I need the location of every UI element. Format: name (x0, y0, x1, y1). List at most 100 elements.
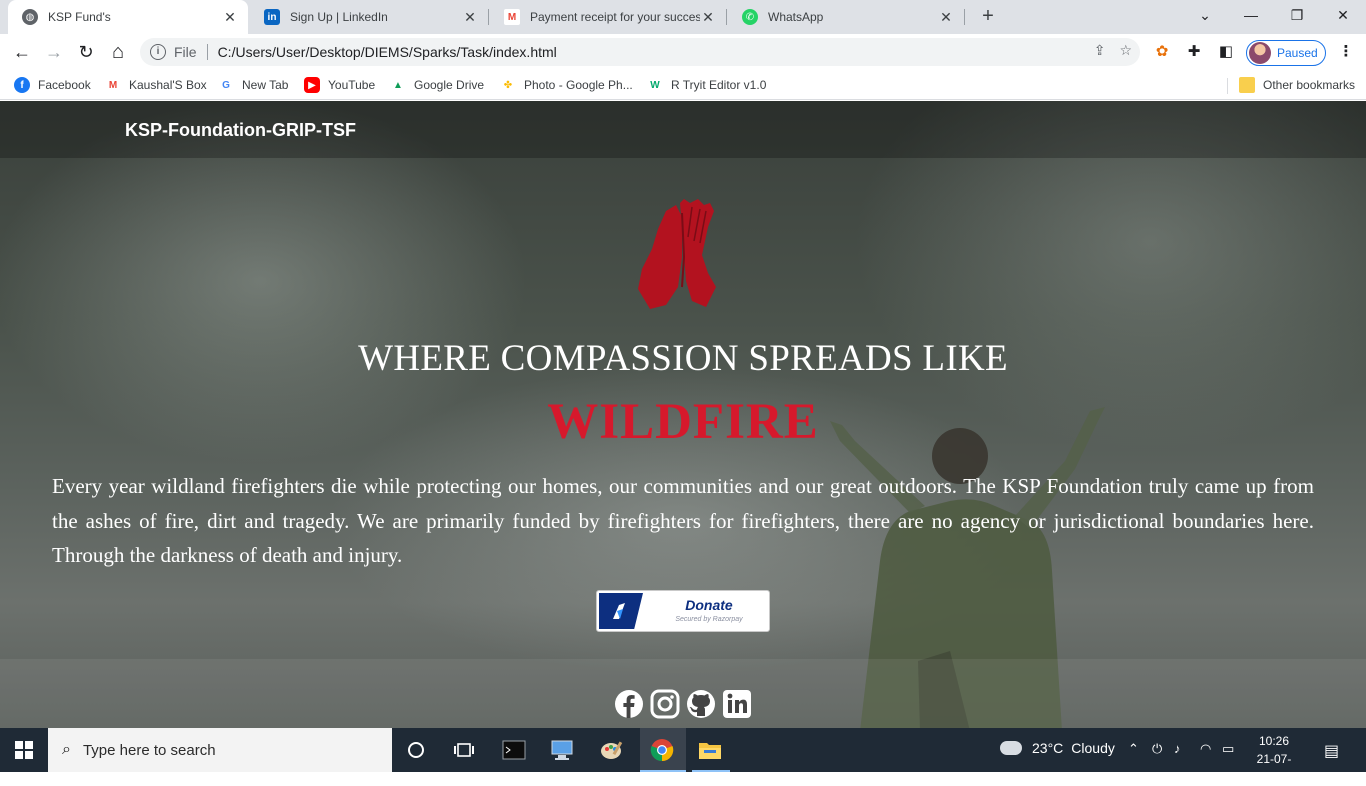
computer-icon[interactable] (548, 736, 576, 764)
close-icon[interactable]: ✕ (700, 9, 716, 26)
tab-whatsapp[interactable]: ✆ WhatsApp ✕ (728, 0, 964, 34)
bookmark-label: New Tab (242, 78, 289, 92)
tab-title: KSP Fund's (48, 10, 111, 24)
bookmark-google-photos[interactable]: ✤ Photo - Google Ph... (500, 76, 633, 94)
tab-separator (488, 9, 489, 25)
tab-search-button[interactable]: ⌄ (1182, 0, 1228, 30)
bookmarks-bar: f Facebook M Kaushal'S Box G New Tab ▶ Y… (0, 70, 1366, 100)
tab-title: Payment receipt for your success (530, 10, 700, 24)
tab-strip: ◍ KSP Fund's ✕ in Sign Up | LinkedIn ✕ M… (0, 0, 1366, 34)
volume-icon[interactable]: ♪ (1174, 741, 1181, 756)
google-icon: G (218, 77, 234, 93)
restore-button[interactable]: ❐ (1274, 0, 1320, 30)
clock-date: 21-07-2022 (1256, 752, 1292, 784)
task-view-icon[interactable] (450, 736, 478, 764)
tab-linkedin[interactable]: in Sign Up | LinkedIn ✕ (250, 0, 488, 34)
clock-time: 10:26 (1258, 734, 1290, 748)
terminal-icon[interactable] (500, 736, 528, 764)
donate-sublabel: Secured by Razorpay (675, 616, 743, 623)
social-links (614, 689, 752, 719)
globe-icon: ◍ (22, 9, 38, 25)
weather-widget[interactable]: 23°C Cloudy (1000, 740, 1115, 756)
home-button[interactable]: ⌂ (106, 40, 130, 64)
bookmark-label: YouTube (328, 78, 376, 92)
tab-separator (726, 9, 727, 25)
bookmark-youtube[interactable]: ▶ YouTube (304, 76, 375, 94)
windows-taskbar: ⌕ Type here to search 23°C Cloudy ⌃ ⏻ ♪ … (0, 728, 1366, 784)
bookmark-facebook[interactable]: f Facebook (14, 76, 91, 94)
puzzle-icon[interactable]: ✚ (1184, 42, 1204, 62)
wifi-icon[interactable]: ◠ (1200, 741, 1211, 757)
reload-button[interactable]: ↻ (74, 40, 98, 64)
other-bookmarks[interactable]: Other bookmarks (1239, 76, 1355, 94)
battery-icon[interactable]: ▭ (1222, 741, 1234, 757)
close-icon[interactable]: ✕ (462, 9, 478, 26)
bookmark-google-drive[interactable]: ▲ Google Drive (390, 76, 484, 94)
facebook-icon[interactable] (614, 689, 644, 719)
taskbar-search[interactable]: ⌕ Type here to search (48, 728, 392, 772)
razorpay-logo (599, 593, 643, 629)
bookmark-label: Photo - Google Ph... (524, 78, 633, 92)
linkedin-icon[interactable] (722, 689, 752, 719)
search-placeholder: Type here to search (82, 741, 216, 759)
divider (206, 44, 208, 60)
bookmark-kaushals-box[interactable]: M Kaushal'S Box (105, 76, 207, 94)
gmail-icon: M (105, 77, 121, 93)
profile-button[interactable]: Paused (1246, 40, 1326, 66)
tab-title: WhatsApp (768, 10, 824, 24)
info-icon[interactable]: i (150, 44, 166, 60)
paint-icon[interactable] (598, 736, 626, 764)
bookmark-label: Facebook (38, 78, 91, 92)
close-icon[interactable]: ✕ (938, 9, 954, 26)
address-bar[interactable]: i File C:/Users/User/Desktop/DIEMS/Spark… (140, 38, 1140, 66)
w3schools-icon: W (647, 77, 663, 93)
gmail-icon: M (504, 9, 520, 25)
share-icon[interactable]: ⇪ (1094, 42, 1106, 59)
tab-title: Sign Up | LinkedIn (290, 10, 388, 24)
start-button[interactable] (0, 728, 48, 772)
other-bookmarks-label: Other bookmarks (1263, 78, 1356, 92)
tab-payment-receipt[interactable]: M Payment receipt for your success ✕ (490, 0, 726, 34)
forward-button[interactable]: → (42, 40, 66, 64)
whatsapp-icon: ✆ (742, 9, 758, 25)
search-icon: ⌕ (62, 741, 71, 758)
url-text[interactable]: C:/Users/User/Desktop/DIEMS/Sparks/Task/… (218, 44, 557, 60)
hero-description: Every year wildland firefighters die whi… (52, 474, 1314, 567)
network-status-icon[interactable]: ⏻ (1152, 741, 1162, 757)
notifications-icon[interactable]: ▤ (1324, 741, 1339, 761)
menu-icon[interactable]: ⋮ (1336, 42, 1356, 62)
chrome-icon[interactable] (648, 736, 676, 764)
minimize-button[interactable]: — (1228, 0, 1274, 30)
close-window-button[interactable]: ✕ (1320, 0, 1366, 30)
bookmark-star-icon[interactable]: ☆ (1119, 42, 1132, 59)
github-icon[interactable] (686, 689, 716, 719)
cortana-icon[interactable] (402, 736, 430, 764)
weather-condition: Cloudy (1071, 740, 1115, 756)
instagram-icon[interactable] (650, 689, 680, 719)
bookmarks-separator (1227, 78, 1228, 94)
side-panel-icon[interactable]: ◧ (1216, 42, 1236, 62)
bookmark-label: Kaushal'S Box (129, 78, 207, 92)
system-clock[interactable]: 10:26 21-07-2022 (1244, 732, 1304, 786)
praying-hands-icon (638, 199, 716, 309)
bookmark-tryit-editor[interactable]: W R Tryit Editor v1.0 (647, 76, 766, 94)
close-icon[interactable]: ✕ (222, 9, 238, 26)
back-button[interactable]: ← (10, 40, 34, 64)
new-tab-button[interactable]: + (976, 5, 1000, 29)
facebook-icon: f (14, 77, 30, 93)
cloud-icon (1000, 741, 1022, 755)
omnibox-actions: ⇪ ☆ (1094, 42, 1132, 59)
file-explorer-icon[interactable] (696, 736, 724, 764)
tab-ksp-funds[interactable]: ◍ KSP Fund's ✕ (8, 0, 248, 34)
site-brand[interactable]: KSP-Foundation-GRIP-TSF (125, 120, 356, 141)
bookmark-new-tab[interactable]: G New Tab (218, 76, 288, 94)
weather-temp: 23°C (1032, 740, 1064, 756)
photos-icon: ✤ (500, 77, 516, 93)
drive-icon: ▲ (390, 77, 406, 93)
tab-separator (964, 9, 965, 25)
extension-icon[interactable]: ✿ (1152, 42, 1172, 62)
bookmark-label: Google Drive (414, 78, 485, 92)
chevron-up-icon[interactable]: ⌃ (1128, 741, 1139, 757)
donate-button[interactable]: Donate Secured by Razorpay (596, 590, 770, 632)
browser-toolbar: ← → ↻ ⌂ i File C:/Users/User/Desktop/DIE… (0, 34, 1366, 70)
